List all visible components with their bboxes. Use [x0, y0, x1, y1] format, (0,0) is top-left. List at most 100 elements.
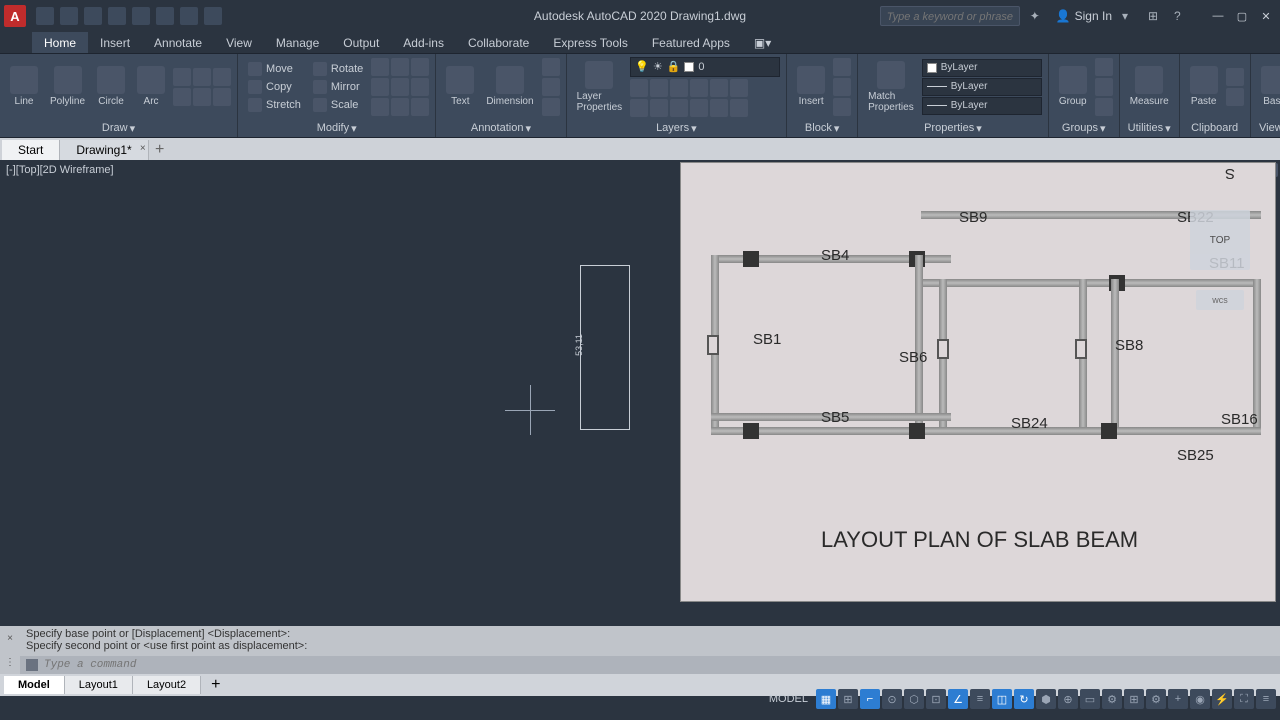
qat-undo-icon[interactable]	[180, 7, 198, 25]
trim-icon[interactable]	[371, 58, 389, 76]
drawing-canvas[interactable]: [-][Top][2D Wireframe] 53,11 S SB9 SB22 …	[0, 160, 1280, 626]
groupsel-icon[interactable]	[1095, 98, 1113, 116]
panel-utilities-title[interactable]: Utilities ▾	[1120, 119, 1179, 137]
layer-make-icon[interactable]	[690, 79, 708, 97]
explode-icon[interactable]	[371, 98, 389, 116]
layer-del-icon[interactable]	[730, 99, 748, 117]
spline-icon[interactable]	[193, 68, 211, 86]
panel-block-title[interactable]: Block ▾	[787, 119, 857, 137]
layer-freeze-icon[interactable]	[650, 79, 668, 97]
panel-draw-title[interactable]: Draw ▾	[0, 119, 237, 137]
panel-layers-title[interactable]: Layers ▾	[567, 119, 787, 137]
help-search-input[interactable]	[881, 8, 1019, 26]
layer-state-icon[interactable]	[670, 99, 688, 117]
erase-icon[interactable]	[411, 78, 429, 96]
layer-prev-icon[interactable]	[730, 79, 748, 97]
layer-uniso-icon[interactable]	[650, 99, 668, 117]
layer-off-icon[interactable]	[630, 79, 648, 97]
rotate-button[interactable]: Rotate	[309, 61, 367, 77]
tab-manage[interactable]: Manage	[264, 32, 331, 53]
tab-insert[interactable]: Insert	[88, 32, 142, 53]
panel-view-title[interactable]: View ▾	[1251, 119, 1280, 137]
quickprops-icon[interactable]: ⊞	[1124, 689, 1144, 709]
matchprops-button[interactable]: Match Properties	[864, 59, 918, 115]
tab-output[interactable]: Output	[331, 32, 391, 53]
qat-print-icon[interactable]	[156, 7, 174, 25]
circle-button[interactable]: Circle	[93, 64, 129, 109]
chamfer-icon[interactable]	[391, 98, 409, 116]
base-button[interactable]: Base	[1257, 64, 1280, 109]
tab-extra-icon[interactable]: ▣▾	[742, 32, 783, 53]
polyline-button[interactable]: Polyline	[46, 64, 89, 109]
layer-dropdown[interactable]: 💡 ☀ 🔒 0	[630, 57, 780, 77]
status-model-label[interactable]: MODEL	[769, 693, 808, 705]
panel-groups-title[interactable]: Groups ▾	[1049, 119, 1119, 137]
osnap-toggle-icon[interactable]: ⊡	[926, 689, 946, 709]
workspace-icon[interactable]: ⚙	[1146, 689, 1166, 709]
point-icon[interactable]	[193, 88, 211, 106]
color-dropdown[interactable]: ByLayer	[922, 59, 1042, 77]
create-block-icon[interactable]	[833, 58, 851, 76]
mirror-button[interactable]: Mirror	[309, 79, 367, 95]
hardware-icon[interactable]: ⚡	[1212, 689, 1232, 709]
qat-new-icon[interactable]	[36, 7, 54, 25]
customize-icon[interactable]: ≡	[1256, 689, 1276, 709]
tab-layout2[interactable]: Layout2	[133, 676, 201, 694]
a360-icon[interactable]: ▾	[1122, 8, 1138, 24]
insert-button[interactable]: Insert	[793, 64, 829, 109]
app-logo[interactable]: A	[4, 5, 26, 27]
ortho-toggle-icon[interactable]: ⌐	[860, 689, 880, 709]
group-button[interactable]: Group	[1055, 64, 1091, 109]
add-tab-icon[interactable]: +	[149, 140, 171, 160]
scale-button[interactable]: Scale	[309, 97, 367, 113]
edit-block-icon[interactable]	[833, 78, 851, 96]
lwt-toggle-icon[interactable]: ≡	[970, 689, 990, 709]
panel-annotation-title[interactable]: Annotation ▾	[436, 119, 565, 137]
app-icon[interactable]: ⊞	[1148, 8, 1164, 24]
nav-wheel-icon[interactable]: wcs	[1196, 290, 1244, 310]
join-icon[interactable]	[411, 98, 429, 116]
panel-clipboard-title[interactable]: Clipboard	[1180, 119, 1250, 137]
extend-icon[interactable]	[391, 58, 409, 76]
line-button[interactable]: Line	[6, 64, 42, 109]
measure-button[interactable]: Measure	[1126, 64, 1173, 109]
lineweight-dropdown[interactable]: ByLayer	[922, 78, 1042, 96]
isolate-icon[interactable]: ◉	[1190, 689, 1210, 709]
add-layout-icon[interactable]: +	[201, 673, 230, 697]
annomon-icon[interactable]: +	[1168, 689, 1188, 709]
tab-addins[interactable]: Add-ins	[391, 32, 456, 53]
dimension-button[interactable]: Dimension	[482, 64, 537, 109]
copy-clip-icon[interactable]	[1226, 88, 1244, 106]
qat-saveas-icon[interactable]	[108, 7, 126, 25]
ellipse-icon[interactable]	[213, 68, 231, 86]
cut-icon[interactable]	[1226, 68, 1244, 86]
ungroup-icon[interactable]	[1095, 58, 1113, 76]
copy-button[interactable]: Copy	[244, 79, 305, 95]
otrack-toggle-icon[interactable]: ∠	[948, 689, 968, 709]
cleanscreen-icon[interactable]: ⛶	[1234, 689, 1254, 709]
leader-icon[interactable]	[542, 58, 560, 76]
qat-redo-icon[interactable]	[204, 7, 222, 25]
layer-match-icon[interactable]	[710, 79, 728, 97]
groupedit-icon[interactable]	[1095, 78, 1113, 96]
viewport-label[interactable]: [-][Top][2D Wireframe]	[6, 164, 114, 176]
cycle-toggle-icon[interactable]: ↻	[1014, 689, 1034, 709]
transp-toggle-icon[interactable]: ◫	[992, 689, 1012, 709]
tab-view[interactable]: View	[214, 32, 264, 53]
layer-iso-icon[interactable]	[630, 99, 648, 117]
fillet-icon[interactable]	[411, 58, 429, 76]
iso-toggle-icon[interactable]: ⬡	[904, 689, 924, 709]
table-icon[interactable]	[542, 78, 560, 96]
close-tab-icon[interactable]: ×	[140, 143, 146, 154]
rectangle-icon[interactable]	[173, 68, 191, 86]
hatch-icon[interactable]	[173, 88, 191, 106]
cloud-icon[interactable]	[542, 98, 560, 116]
tab-home[interactable]: Home	[32, 32, 88, 53]
dyn-toggle-icon[interactable]: ⊕	[1058, 689, 1078, 709]
tab-annotate[interactable]: Annotate	[142, 32, 214, 53]
tab-collaborate[interactable]: Collaborate	[456, 32, 541, 53]
snap-toggle-icon[interactable]: ⊞	[838, 689, 858, 709]
panel-modify-title[interactable]: Modify ▾	[238, 119, 435, 137]
help-search[interactable]	[880, 6, 1020, 26]
layer-lock-icon[interactable]	[670, 79, 688, 97]
